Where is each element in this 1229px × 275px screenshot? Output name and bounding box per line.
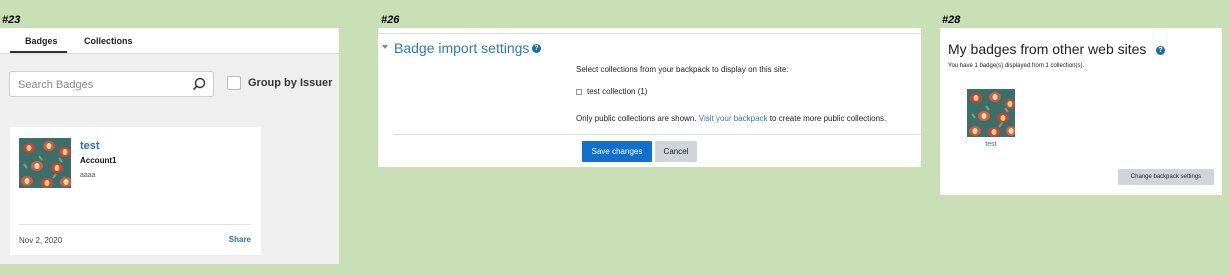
badge-name-link[interactable]: test — [80, 140, 100, 152]
button-divider — [394, 134, 921, 135]
panel-tag-26: #26 — [381, 14, 400, 26]
share-link[interactable]: Share — [229, 235, 251, 244]
badge-image[interactable] — [19, 138, 71, 188]
collection-checkbox[interactable] — [576, 89, 582, 95]
change-backpack-settings-button[interactable]: Change backpack settings — [1118, 169, 1214, 185]
external-badges-panel: My badges from other web sites ? You hav… — [940, 28, 1222, 195]
help-icon[interactable]: ? — [1156, 46, 1165, 55]
page-title: My badges from other web sites — [948, 41, 1147, 57]
badge-name-link[interactable]: test — [967, 141, 1015, 148]
badge-image[interactable] — [967, 89, 1015, 137]
badge-import-settings-panel: Badge import settings ? Select collectio… — [378, 28, 921, 167]
note-text-start: Only public collections are shown. — [576, 114, 697, 123]
badges-panel: Badges Collections Search Badges Group b… — [0, 28, 339, 264]
group-by-issuer-checkbox[interactable] — [227, 76, 241, 90]
badge-issuer: Account1 — [80, 156, 117, 165]
badge-tabs: Badges Collections — [0, 28, 339, 54]
top-divider — [378, 33, 921, 34]
tab-badges[interactable]: Badges — [25, 36, 58, 46]
tab-collections[interactable]: Collections — [84, 36, 133, 46]
visit-backpack-link[interactable]: Visit your backpack — [699, 114, 768, 123]
note-text-end: to create more public collections. — [769, 114, 887, 123]
group-by-issuer-label[interactable]: Group by Issuer — [248, 77, 332, 89]
collapse-caret-icon[interactable] — [382, 45, 388, 49]
search-input[interactable]: Search Badges — [9, 71, 214, 97]
search-placeholder: Search Badges — [18, 79, 94, 91]
save-changes-button[interactable]: Save changes — [582, 141, 652, 162]
active-tab-indicator — [10, 51, 67, 53]
collection-label[interactable]: test collection (1) — [587, 87, 647, 96]
search-icon[interactable] — [192, 77, 206, 91]
public-collections-note: Only public collections are shown. Visit… — [576, 114, 886, 123]
section-heading[interactable]: Badge import settings — [394, 40, 529, 56]
badge-date: Nov 2, 2020 — [19, 236, 63, 245]
instruction-text: Select collections from your backpack to… — [576, 65, 789, 74]
badge-description: aaaa — [80, 172, 96, 179]
badge-count-text: You have 1 badge(s) displayed from 1 col… — [948, 63, 1085, 69]
cancel-button[interactable]: Cancel — [655, 141, 697, 162]
card-divider — [19, 224, 251, 225]
panel-tag-28: #28 — [942, 14, 961, 26]
help-icon[interactable]: ? — [532, 44, 541, 53]
badge-card[interactable]: test Account1 aaaa Nov 2, 2020 Share — [10, 127, 261, 255]
panel-tag-23: #23 — [2, 14, 21, 26]
